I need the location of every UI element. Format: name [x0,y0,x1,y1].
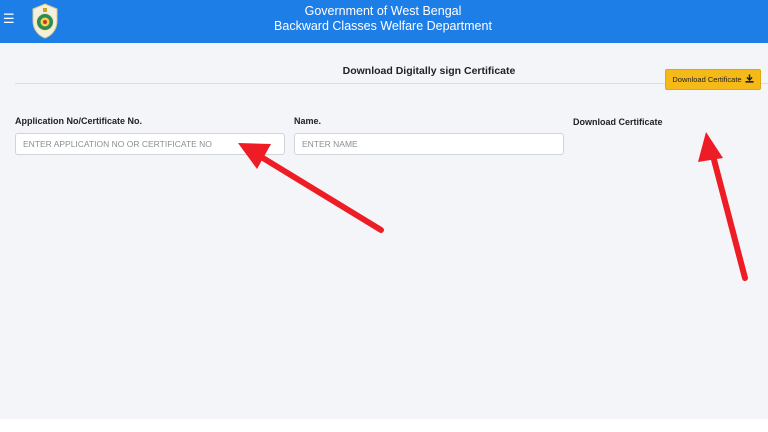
hamburger-menu-icon[interactable]: ☰ [3,12,17,26]
header-title-line2: Backward Classes Welfare Department [274,19,492,33]
name-label: Name. [294,116,322,126]
page-content: Download Digitally sign Certificate Appl… [0,43,768,419]
header-title-line1: Government of West Bengal [304,4,462,18]
download-icon [745,74,754,85]
page-title: Download Digitally sign Certificate [342,65,516,77]
download-button-label: Download Certificate [672,75,742,84]
section-divider [15,83,768,84]
download-certificate-label: Download Certificate [573,117,663,127]
application-number-input[interactable] [15,133,285,155]
application-number-label: Application No/Certificate No. [15,116,143,126]
name-input[interactable] [294,133,564,155]
header-title: Government of West Bengal Backward Class… [33,4,733,34]
download-certificate-button[interactable]: Download Certificate [665,69,761,90]
app-header: ☰ Government of West Bengal Backward Cla… [0,0,768,43]
page-footer [0,419,768,432]
